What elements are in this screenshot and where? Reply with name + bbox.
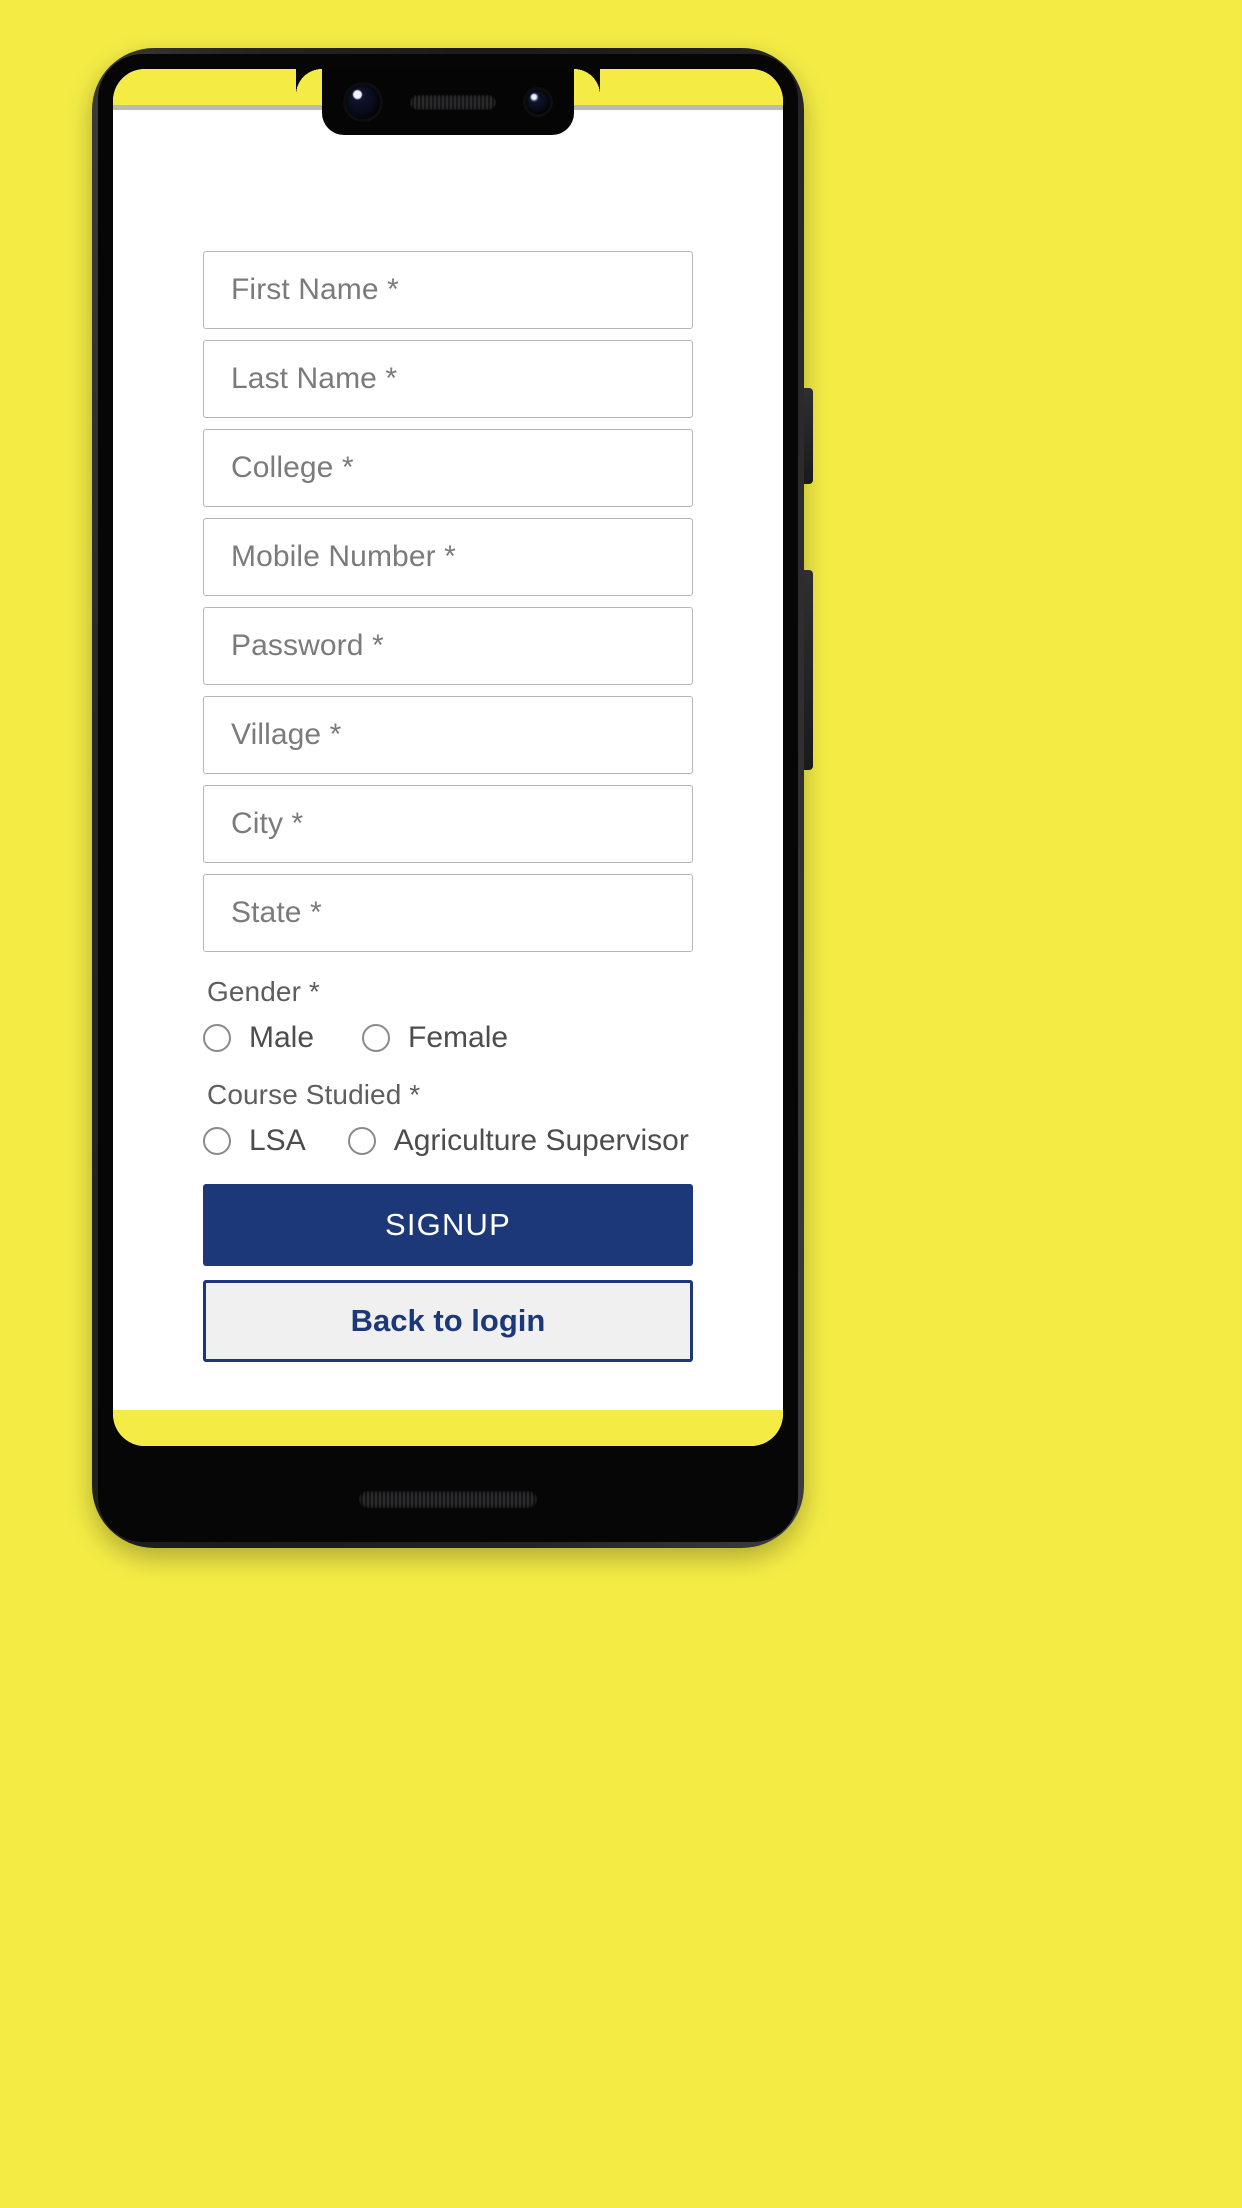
field-college[interactable]: College *: [203, 429, 693, 507]
field-mobile-number[interactable]: Mobile Number *: [203, 518, 693, 596]
placeholder-first-name: First Name *: [231, 273, 399, 306]
speaker-grille-icon: [410, 94, 496, 110]
field-first-name[interactable]: First Name *: [203, 251, 693, 329]
phone-device-mockup: First Name * Last Name * College * Mobil…: [92, 48, 804, 1548]
screen-bottom-yellow-band: [113, 1410, 783, 1446]
radio-circle-icon: [203, 1127, 231, 1155]
radio-label-agriculture-supervisor: Agriculture Supervisor: [393, 1124, 689, 1157]
camera-icon: [346, 85, 380, 119]
radio-circle-icon: [362, 1024, 391, 1052]
placeholder-state: State *: [231, 896, 322, 929]
radio-circle-icon: [203, 1024, 231, 1052]
placeholder-city: City *: [231, 807, 304, 840]
radio-label-lsa: LSA: [249, 1124, 306, 1157]
gender-group-label: Gender *: [207, 976, 320, 1007]
field-village[interactable]: Village *: [203, 696, 693, 774]
radio-course-agriculture-supervisor[interactable]: Agriculture Supervisor: [347, 1124, 689, 1158]
radio-course-lsa[interactable]: LSA: [203, 1124, 306, 1158]
camera-icon: [526, 90, 550, 114]
course-radio-group: LSA Agriculture Supervisor: [203, 1124, 693, 1158]
field-password[interactable]: Password *: [203, 607, 693, 685]
placeholder-password: Password *: [231, 629, 384, 662]
power-button[interactable]: [804, 388, 813, 484]
gender-radio-group: Male Female: [203, 1021, 693, 1055]
field-city[interactable]: City *: [203, 785, 693, 863]
field-state[interactable]: State *: [203, 874, 693, 952]
radio-circle-icon: [347, 1127, 376, 1155]
field-last-name[interactable]: Last Name *: [203, 340, 693, 418]
signup-form: First Name * Last Name * College * Mobil…: [113, 110, 783, 1362]
placeholder-village: Village *: [231, 718, 342, 751]
placeholder-mobile-number: Mobile Number *: [231, 540, 456, 573]
phone-notch: [322, 69, 574, 135]
back-to-login-button[interactable]: Back to login: [203, 1280, 693, 1362]
placeholder-college: College *: [231, 451, 354, 484]
notch-corner-right: [574, 69, 600, 95]
radio-gender-male[interactable]: Male: [203, 1021, 314, 1055]
device-body: First Name * Last Name * College * Mobil…: [98, 54, 798, 1542]
phone-screen: First Name * Last Name * College * Mobil…: [113, 69, 783, 1446]
volume-button[interactable]: [804, 570, 813, 770]
radio-gender-female[interactable]: Female: [362, 1021, 508, 1055]
notch-corner-left: [296, 69, 322, 95]
signup-screen: First Name * Last Name * College * Mobil…: [113, 110, 783, 1410]
radio-label-female: Female: [408, 1021, 509, 1054]
speaker-grille-icon: [359, 1491, 537, 1508]
course-group-label: Course Studied *: [207, 1079, 421, 1110]
signup-button[interactable]: SIGNUP: [203, 1184, 693, 1266]
placeholder-last-name: Last Name *: [231, 362, 398, 395]
radio-label-male: Male: [249, 1021, 315, 1054]
